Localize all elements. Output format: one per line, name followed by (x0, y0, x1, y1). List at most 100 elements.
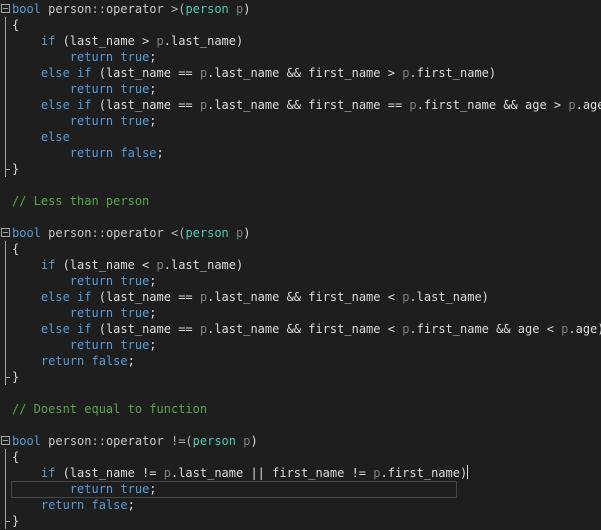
code-token: if (77, 98, 92, 112)
code-line[interactable]: else if (last_name == p.last_name && fir… (0, 65, 601, 81)
collapse-fold-icon[interactable] (1, 436, 10, 445)
code-line[interactable]: // Less than person (0, 193, 601, 209)
code-token: if (40, 34, 56, 48)
code-line[interactable]: return true; (0, 305, 601, 321)
code-token: ; (127, 498, 135, 512)
code-token: operator (105, 434, 164, 448)
fold-guide (5, 49, 6, 65)
code-line[interactable] (0, 385, 601, 401)
code-line[interactable]: if (last_name != p.last_name || first_na… (0, 465, 601, 481)
code-token: person (185, 226, 229, 240)
code-line[interactable]: } (0, 513, 601, 529)
code-token: ) (243, 2, 251, 16)
code-token: ; (149, 274, 157, 288)
code-token: :: (91, 226, 106, 240)
code-token: { (12, 242, 20, 256)
fold-guide (5, 145, 6, 161)
code-token: true (120, 274, 150, 288)
code-token: p (409, 98, 417, 112)
code-token: person (192, 434, 237, 448)
collapse-fold-icon[interactable] (1, 228, 10, 237)
code-token: (last_name != (55, 466, 164, 480)
code-token: true (120, 114, 150, 128)
fold-guide (5, 33, 6, 49)
fold-guide (5, 273, 6, 289)
fold-guide (5, 337, 6, 353)
code-line[interactable]: return false; (0, 497, 601, 513)
code-token: :: (91, 2, 106, 16)
fold-guide (5, 97, 6, 113)
code-line[interactable]: { (0, 449, 601, 465)
fold-guide (5, 289, 6, 305)
code-line[interactable] (0, 177, 601, 193)
code-line[interactable]: else if (last_name == p.last_name && fir… (0, 97, 601, 113)
collapse-fold-icon[interactable] (1, 4, 10, 13)
fold-guide (5, 17, 6, 33)
code-line[interactable]: return true; (0, 81, 601, 97)
code-line[interactable] (0, 209, 601, 225)
code-token: p (373, 466, 381, 480)
code-line[interactable]: // Doesnt equal to function (0, 401, 601, 417)
code-line[interactable]: return true; (0, 113, 601, 129)
code-line[interactable]: { (0, 241, 601, 257)
fold-guide (5, 465, 6, 481)
code-token: true (120, 482, 150, 496)
code-token: ; (149, 50, 157, 64)
code-token: else (40, 130, 70, 144)
code-line[interactable]: return true; (0, 49, 601, 65)
code-line[interactable]: return true; (0, 337, 601, 353)
code-line[interactable]: bool person::operator <(person p) (0, 225, 601, 241)
code-token: return (69, 82, 114, 96)
code-token: ) (250, 434, 258, 448)
code-line[interactable]: return true; (0, 481, 601, 498)
code-line[interactable]: return false; (0, 353, 601, 369)
code-token: return (69, 338, 114, 352)
code-token: if (77, 66, 92, 80)
code-line[interactable]: else if (last_name == p.last_name && fir… (0, 321, 601, 337)
code-line[interactable]: else (0, 129, 601, 145)
code-line[interactable]: bool person::operator !=(person p) (0, 433, 601, 449)
code-token: true (120, 306, 150, 320)
code-token: .last_name || first_name != (170, 466, 374, 480)
code-token: ; (149, 482, 157, 496)
code-token: operator (105, 226, 164, 240)
code-line[interactable]: return false; (0, 145, 601, 161)
code-line[interactable]: } (0, 369, 601, 385)
code-token: .first_name && age > (416, 98, 569, 112)
code-token: if (40, 258, 56, 272)
code-token: return (40, 354, 85, 368)
code-token: .age) (575, 98, 601, 112)
code-token: .last_name && first_name > (207, 66, 403, 80)
code-token: .last_name) (409, 290, 489, 304)
code-token: p (163, 466, 171, 480)
fold-guide (5, 257, 6, 273)
code-line[interactable]: return true; (0, 273, 601, 289)
code-line[interactable]: } (0, 161, 601, 177)
code-line[interactable] (0, 417, 601, 433)
code-line[interactable]: else if (last_name == p.last_name && fir… (0, 289, 601, 305)
code-token: (last_name == (91, 290, 200, 304)
fold-guide (5, 129, 6, 145)
code-editor[interactable]: bool person::operator >(person p){ if (l… (0, 0, 601, 530)
code-line[interactable]: { (0, 17, 601, 33)
code-token: operator (105, 2, 164, 16)
code-token: ; (149, 306, 157, 320)
code-token: } (12, 162, 20, 176)
code-token: else (40, 290, 70, 304)
code-line[interactable]: bool person::operator >(person p) (0, 1, 601, 17)
code-line[interactable]: if (last_name > p.last_name) (0, 33, 601, 49)
code-token: .age) (568, 322, 601, 336)
code-token: (last_name == (91, 66, 200, 80)
code-token: ; (149, 82, 157, 96)
code-line[interactable]: if (last_name < p.last_name) (0, 257, 601, 273)
